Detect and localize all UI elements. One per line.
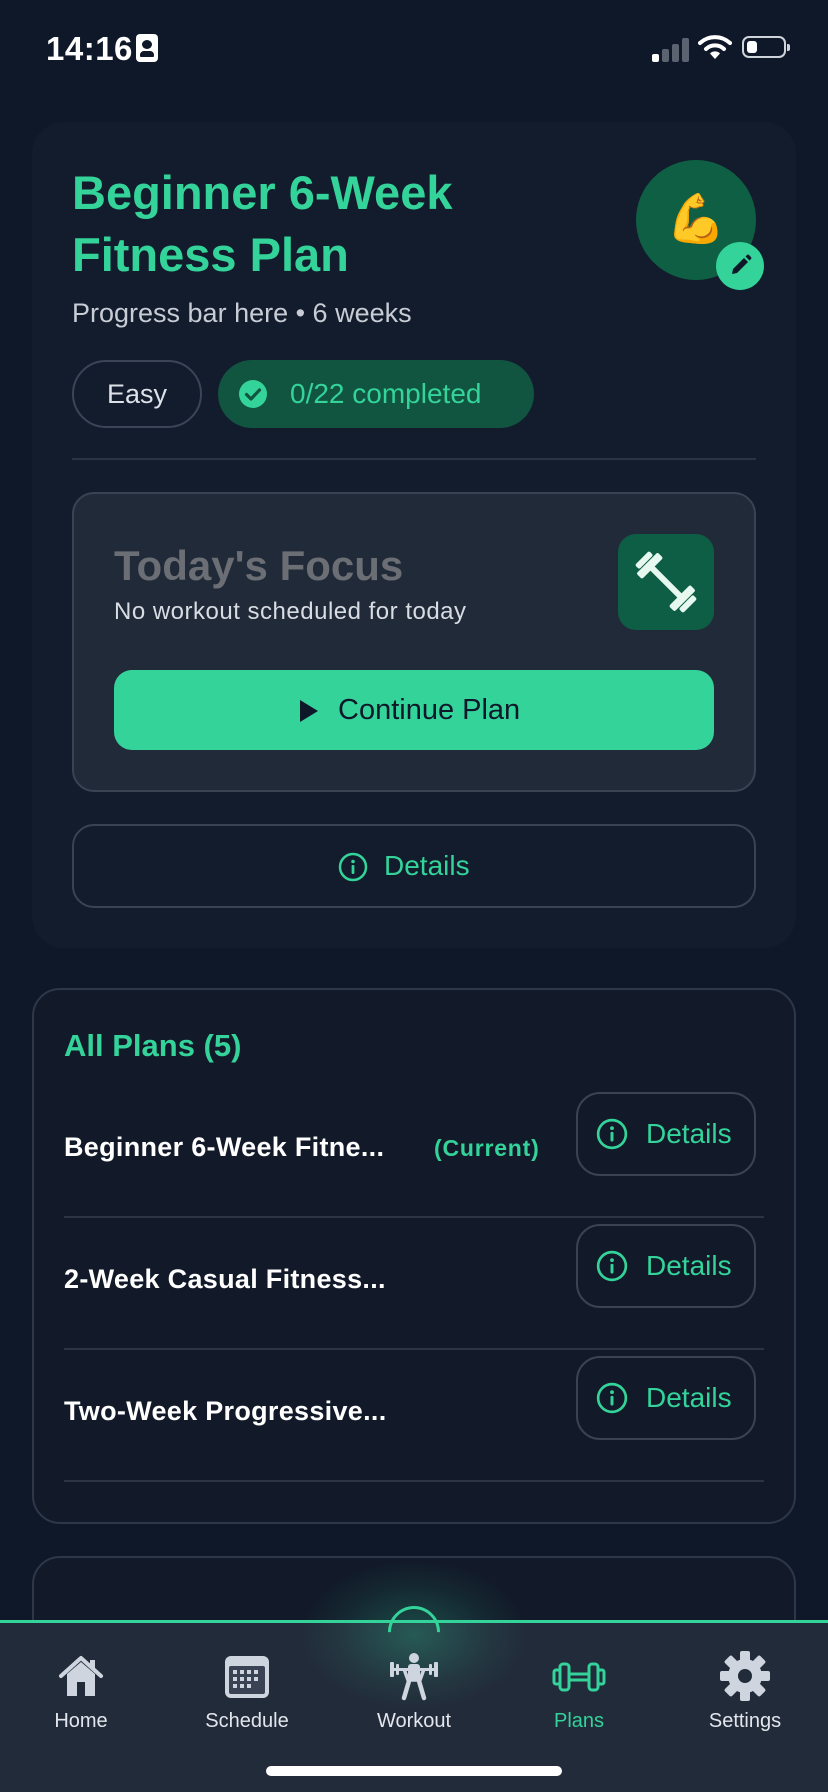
status-bar: 14:16 [0, 0, 828, 100]
current-plan-tag: (Current) [434, 1135, 540, 1161]
focus-subtitle: No workout scheduled for today [114, 598, 467, 625]
tab-workout[interactable]: Workout [339, 1648, 489, 1748]
plan-subtitle: Progress bar here • 6 weeks [72, 298, 412, 328]
plan-name: Two-Week Progressive... [64, 1396, 387, 1426]
info-icon [338, 852, 368, 882]
dumbbell-icon [552, 1662, 606, 1692]
divider [72, 458, 756, 460]
tab-settings[interactable]: Settings [670, 1648, 820, 1748]
details-label: Details [646, 1118, 732, 1149]
cellular-signal-icon [652, 36, 690, 62]
weightlifter-icon [390, 1653, 438, 1701]
plan-list-item[interactable]: Beginner 6-Week Fitne... (Current) Detai… [64, 1086, 764, 1218]
tab-home[interactable]: Home [6, 1648, 156, 1748]
plan-name: 2-Week Casual Fitness... [64, 1264, 386, 1294]
completion-label: 0/22 completed [290, 378, 482, 409]
plan-title: Beginner 6-Week Fitness Plan [72, 166, 453, 281]
pencil-icon [732, 254, 752, 274]
todays-focus-panel: Today's Focus No workout scheduled for t… [72, 492, 756, 792]
plan-list-item[interactable]: 2-Week Casual Fitness... Details [64, 1218, 764, 1350]
gear-icon [720, 1651, 770, 1701]
focus-title: Today's Focus [114, 542, 404, 589]
calendar-icon [225, 1656, 269, 1698]
tab-home-label: Home [54, 1710, 108, 1732]
focus-icon-tile [618, 534, 714, 630]
info-icon [596, 1118, 628, 1150]
all-plans-heading: All Plans (5) [64, 1028, 242, 1063]
check-circle-icon [239, 380, 267, 408]
dumbbell-icon [635, 551, 697, 613]
tab-schedule[interactable]: Schedule [172, 1648, 322, 1748]
home-icon [59, 1656, 103, 1696]
wifi-icon [698, 35, 732, 59]
play-icon [300, 700, 318, 722]
tab-settings-label: Settings [708, 1710, 782, 1732]
plan-list-item[interactable]: Two-Week Progressive... Details [64, 1350, 764, 1482]
status-time: 14:16 [46, 30, 133, 67]
plan-details-button[interactable]: Details [72, 824, 756, 908]
details-label: Details [646, 1250, 732, 1281]
details-label: Details [384, 850, 470, 881]
tab-plans-label: Plans [553, 1710, 605, 1732]
tab-workout-label: Workout [376, 1710, 452, 1732]
completion-badge: 0/22 completed [218, 360, 534, 428]
all-plans-card: All Plans (5) Beginner 6-Week Fitne... (… [32, 988, 796, 1524]
edit-avatar-button[interactable] [716, 242, 764, 290]
continue-plan-button[interactable]: Continue Plan [114, 670, 714, 750]
continue-plan-label: Continue Plan [338, 694, 521, 726]
info-icon [596, 1382, 628, 1414]
home-indicator [266, 1766, 562, 1776]
info-icon [596, 1250, 628, 1282]
plan-name: Beginner 6-Week Fitne... [64, 1132, 385, 1162]
current-plan-card: Beginner 6-Week Fitness Plan Progress ba… [32, 122, 796, 948]
battery-icon [742, 36, 790, 58]
details-button[interactable]: Details [576, 1224, 756, 1308]
details-button[interactable]: Details [576, 1356, 756, 1440]
id-card-icon [136, 34, 158, 62]
tab-schedule-label: Schedule [205, 1710, 289, 1732]
tab-plans[interactable]: Plans [504, 1648, 654, 1748]
details-button[interactable]: Details [576, 1092, 756, 1176]
details-label: Details [646, 1382, 732, 1413]
difficulty-badge: Easy [72, 360, 202, 428]
